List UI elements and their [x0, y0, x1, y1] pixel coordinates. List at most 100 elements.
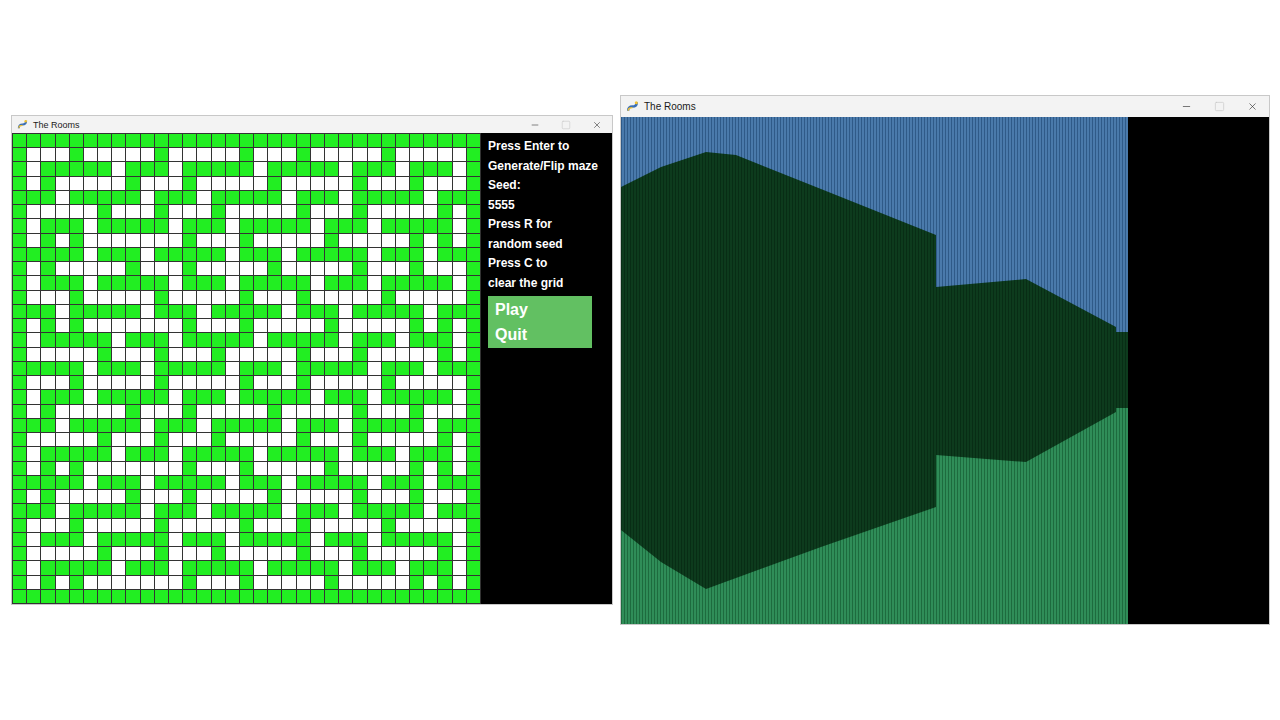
maze-cell[interactable] [41, 547, 55, 561]
maze-cell[interactable] [311, 333, 325, 347]
maze-cell[interactable] [197, 490, 211, 504]
maze-cell[interactable] [268, 590, 282, 604]
maze-cell[interactable] [141, 490, 155, 504]
maze-cell[interactable] [212, 319, 226, 333]
maze-cell[interactable] [325, 262, 339, 276]
maze-cell[interactable] [438, 447, 452, 461]
maze-cell[interactable] [155, 162, 169, 176]
maze-cell[interactable] [339, 376, 353, 390]
maze-cell[interactable] [84, 561, 98, 575]
maze-cell[interactable] [382, 319, 396, 333]
maze-cell[interactable] [240, 547, 254, 561]
maze-cell[interactable] [438, 162, 452, 176]
maze-cell[interactable] [467, 362, 481, 376]
maze-cell[interactable] [353, 134, 367, 148]
maze-cell[interactable] [453, 447, 467, 461]
maze-cell[interactable] [56, 219, 70, 233]
maze-cell[interactable] [339, 590, 353, 604]
maze-cell[interactable] [169, 362, 183, 376]
maze-cell[interactable] [226, 447, 240, 461]
maze-cell[interactable] [56, 234, 70, 248]
maze-cell[interactable] [254, 248, 268, 262]
maze-cell[interactable] [282, 205, 296, 219]
maze-cell[interactable] [368, 248, 382, 262]
maze-cell[interactable] [368, 519, 382, 533]
maze-cell[interactable] [410, 447, 424, 461]
maze-cell[interactable] [27, 148, 41, 162]
maze-cell[interactable] [56, 447, 70, 461]
maze-cell[interactable] [70, 504, 84, 518]
maze-cell[interactable] [438, 590, 452, 604]
maze-cell[interactable] [98, 319, 112, 333]
maze-cell[interactable] [56, 205, 70, 219]
maze-cell[interactable] [382, 547, 396, 561]
maze-cell[interactable] [126, 362, 140, 376]
maze-cell[interactable] [112, 504, 126, 518]
maze-cell[interactable] [311, 148, 325, 162]
maze-cell[interactable] [240, 519, 254, 533]
maze-cell[interactable] [368, 276, 382, 290]
maze-cell[interactable] [254, 447, 268, 461]
maze-cell[interactable] [212, 234, 226, 248]
maze-cell[interactable] [382, 219, 396, 233]
maze-cell[interactable] [13, 234, 27, 248]
maze-cell[interactable] [325, 333, 339, 347]
maze-cell[interactable] [155, 390, 169, 404]
maze-cell[interactable] [453, 191, 467, 205]
maze-cell[interactable] [311, 348, 325, 362]
maze-cell[interactable] [197, 276, 211, 290]
maze-cell[interactable] [70, 533, 84, 547]
maze-cell[interactable] [183, 191, 197, 205]
maze-cell[interactable] [353, 362, 367, 376]
maze-cell[interactable] [169, 205, 183, 219]
maze-cell[interactable] [126, 205, 140, 219]
maze-cell[interactable] [84, 490, 98, 504]
maze-cell[interactable] [268, 547, 282, 561]
maze-cell[interactable] [382, 462, 396, 476]
maze-cell[interactable] [311, 561, 325, 575]
maze-cell[interactable] [339, 561, 353, 575]
maze-cell[interactable] [13, 205, 27, 219]
maze-cell[interactable] [169, 533, 183, 547]
maze-cell[interactable] [297, 248, 311, 262]
maze-cell[interactable] [453, 219, 467, 233]
maze-cell[interactable] [339, 490, 353, 504]
maze-cell[interactable] [424, 177, 438, 191]
maze-cell[interactable] [197, 305, 211, 319]
maze-cell[interactable] [438, 405, 452, 419]
maze-cell[interactable] [282, 576, 296, 590]
maze-cell[interactable] [467, 191, 481, 205]
maze-cell[interactable] [41, 462, 55, 476]
maze-cell[interactable] [27, 419, 41, 433]
maze-cell[interactable] [339, 419, 353, 433]
maze-cell[interactable] [126, 561, 140, 575]
maze-cell[interactable] [325, 476, 339, 490]
maze-cell[interactable] [226, 533, 240, 547]
maze-cell[interactable] [212, 590, 226, 604]
maze-cell[interactable] [70, 148, 84, 162]
maze-cell[interactable] [438, 205, 452, 219]
maze-cell[interactable] [410, 561, 424, 575]
maze-cell[interactable] [467, 305, 481, 319]
maze-cell[interactable] [70, 248, 84, 262]
maze-cell[interactable] [311, 504, 325, 518]
maze-cell[interactable] [212, 191, 226, 205]
maze-cell[interactable] [353, 547, 367, 561]
maze-cell[interactable] [240, 376, 254, 390]
maze-cell[interactable] [396, 504, 410, 518]
maze-cell[interactable] [98, 234, 112, 248]
maze-cell[interactable] [13, 405, 27, 419]
maze-cell[interactable] [155, 319, 169, 333]
maze-cell[interactable] [353, 561, 367, 575]
maze-cell[interactable] [141, 276, 155, 290]
maze-cell[interactable] [353, 519, 367, 533]
maze-cell[interactable] [353, 447, 367, 461]
maze-cell[interactable] [410, 234, 424, 248]
maze-cell[interactable] [410, 547, 424, 561]
maze-cell[interactable] [197, 162, 211, 176]
maze-cell[interactable] [424, 447, 438, 461]
maze-cell[interactable] [325, 305, 339, 319]
maze-cell[interactable] [438, 533, 452, 547]
maze-cell[interactable] [98, 547, 112, 561]
maze-cell[interactable] [197, 177, 211, 191]
